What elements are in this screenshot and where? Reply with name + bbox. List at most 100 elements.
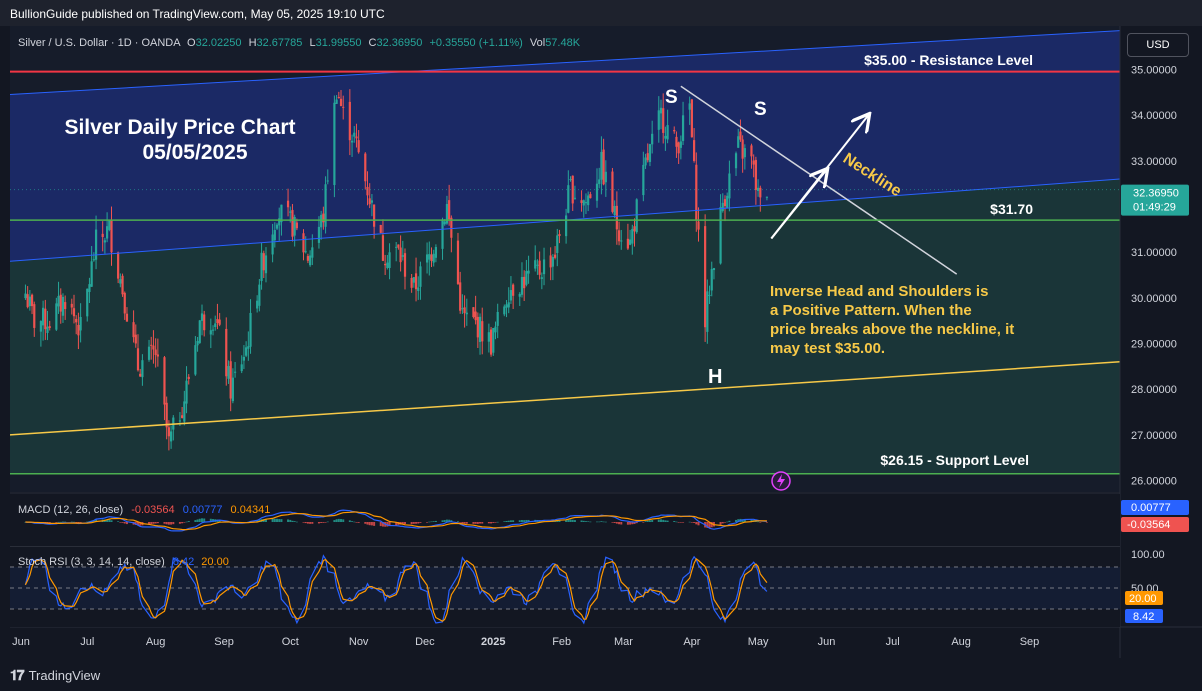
candle-body <box>245 347 248 356</box>
candle-body <box>42 307 45 326</box>
macd-histogram-bar <box>306 522 309 524</box>
candle-body <box>57 295 60 307</box>
candle-body <box>538 260 541 275</box>
candle-body <box>759 187 762 198</box>
candle-body <box>642 164 645 196</box>
macd-histogram-bar <box>152 522 155 524</box>
macd-histogram-bar <box>271 518 274 522</box>
candle-body <box>249 312 252 347</box>
candle-body <box>419 266 422 287</box>
candle-body <box>101 233 104 238</box>
candle-body <box>353 132 356 137</box>
candle-body <box>110 219 113 253</box>
macd-histogram-bar <box>326 521 329 523</box>
price-tick-label: 30.00000 <box>1131 293 1177 305</box>
candle-body <box>549 255 552 268</box>
macd-signal-value: 0.04341 <box>231 504 271 516</box>
candle-body <box>386 262 389 269</box>
lightning-icon[interactable] <box>771 471 791 491</box>
macd-hist-badge-label: -0.03564 <box>1127 519 1170 531</box>
candle-body <box>119 279 122 284</box>
currency-button[interactable]: USD <box>1127 33 1189 57</box>
resistance-label: $35.00 - Resistance Level <box>864 52 1033 68</box>
candle-body <box>403 253 407 277</box>
macd-histogram-bar <box>626 522 629 525</box>
candle-body <box>139 373 142 377</box>
candle-body <box>434 247 438 258</box>
candle-body <box>719 206 722 264</box>
candle-body <box>425 254 429 263</box>
chart-svg[interactable]: 35.0000034.0000033.0000032.0000031.00000… <box>0 26 1202 658</box>
main-pane[interactable] <box>10 26 1120 492</box>
candle-body <box>24 293 27 299</box>
candle-body <box>229 361 232 399</box>
macd-histogram-bar <box>613 522 616 523</box>
macd-histogram-bar <box>673 521 676 522</box>
time-axis[interactable]: Jun Jul Aug Sep Oct Nov Dec 2025 Feb Mar Apr May Jun… <box>12 636 1039 648</box>
time-tick-label: Nov <box>349 636 369 648</box>
macd-histogram-bar <box>183 522 186 523</box>
macd-histogram-bar <box>600 521 603 522</box>
macd-histogram-bar <box>368 522 371 526</box>
macd-histogram-bar <box>276 518 279 522</box>
candle-body <box>311 247 314 258</box>
candle-body <box>278 218 281 226</box>
candle-body <box>598 179 601 184</box>
macd-histogram-bar <box>512 520 515 522</box>
chart-area[interactable]: 35.0000034.0000033.0000032.0000031.00000… <box>0 26 1202 658</box>
candle-body <box>651 133 654 145</box>
candle-body <box>79 316 82 331</box>
candle-body <box>320 214 323 228</box>
stoch-k-value: 8.42 <box>173 556 194 568</box>
macd-histogram-bar <box>472 522 475 524</box>
candle-body <box>520 276 524 295</box>
time-tick-label: Aug <box>951 636 971 648</box>
tradingview-logo-text: TradingView <box>28 668 101 683</box>
candle-body <box>673 129 676 132</box>
macd-histogram-bar <box>615 522 618 524</box>
candle-body <box>525 271 528 285</box>
candle-body <box>542 259 546 275</box>
macd-histogram-bar <box>629 522 632 525</box>
macd-histogram-bar <box>723 522 726 523</box>
macd-histogram-bar <box>170 522 173 525</box>
macd-histogram-bar <box>198 518 201 522</box>
macd-histogram-bar <box>417 522 420 524</box>
macd-histogram-bar <box>289 519 292 522</box>
candle-body <box>613 206 616 216</box>
candle-body <box>44 308 47 330</box>
macd-histogram-bar <box>642 522 645 523</box>
candle-body <box>410 277 413 288</box>
footer <box>0 658 1202 691</box>
candle-body <box>295 222 298 229</box>
macd-histogram-bar <box>441 520 444 522</box>
price-tick-label: 31.00000 <box>1131 247 1177 259</box>
macd-histogram-bar <box>430 521 433 523</box>
macd-histogram-bar <box>604 521 607 523</box>
change-value: +0.35550 (+1.11%) <box>429 37 522 49</box>
macd-histogram-bar <box>178 522 181 524</box>
candle-body <box>461 308 464 310</box>
candle-body <box>373 204 376 227</box>
candle-body <box>553 254 557 258</box>
macd-histogram-bar <box>119 522 122 523</box>
time-tick-label: Jun <box>818 636 836 648</box>
candle-body <box>662 108 665 133</box>
candle-body <box>306 256 310 261</box>
candle-body <box>503 306 506 315</box>
tradingview-logo[interactable]: 𝟏𝟕 TradingView <box>10 667 100 684</box>
macd-histogram-bar <box>582 520 585 522</box>
macd-histogram-bar <box>309 522 312 524</box>
price-tick-label: 34.00000 <box>1131 110 1177 122</box>
volume-value: 57.48K <box>545 37 581 49</box>
candle-body <box>567 185 570 213</box>
candle-body <box>589 194 592 199</box>
macd-pane[interactable] <box>10 494 1120 546</box>
price-axis[interactable]: 35.0000034.0000033.0000032.0000031.00000… <box>1121 64 1189 623</box>
candle-body <box>366 186 369 196</box>
macd-histogram-bar <box>481 522 484 524</box>
macd-histogram-bar <box>335 519 338 522</box>
open-value: 32.02250 <box>196 37 242 49</box>
candle-body <box>384 263 387 266</box>
macd-histogram-bar <box>317 522 320 524</box>
